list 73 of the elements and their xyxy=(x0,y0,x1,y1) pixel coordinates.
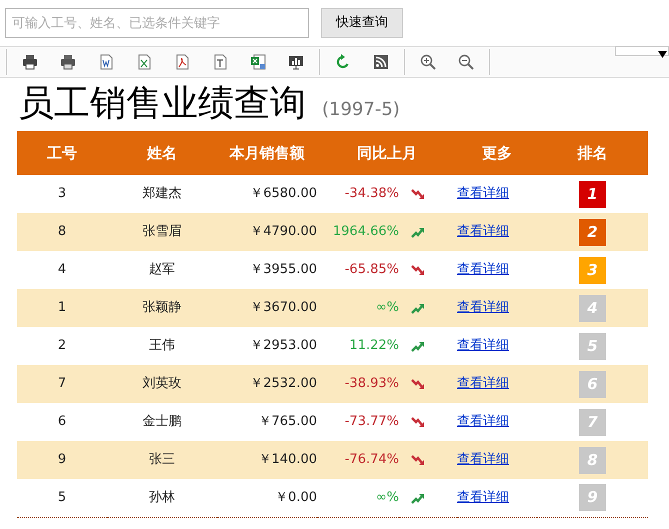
column-header: 本月销售额 xyxy=(217,131,317,176)
change-percent: -76.74% xyxy=(344,452,399,468)
spreadsheet-export-icon xyxy=(250,54,266,70)
column-header: 姓名 xyxy=(107,131,217,176)
sales-amount: ￥3955.00 xyxy=(250,262,317,278)
page-title: 员工销售业绩查询 xyxy=(18,82,306,126)
trend-down-icon xyxy=(411,452,425,467)
refresh-icon xyxy=(335,54,351,70)
printer-icon xyxy=(22,54,38,70)
caret-icon xyxy=(658,51,667,58)
employee-id: 9 xyxy=(58,452,66,468)
date-subtitle: (1997-5) xyxy=(322,98,400,122)
change-percent: ∞% xyxy=(376,490,399,506)
employee-id: 5 xyxy=(58,490,66,506)
detail-link[interactable]: 查看详细 xyxy=(457,338,509,354)
rank-badge: 2 xyxy=(579,218,606,246)
detail-link[interactable]: 查看详细 xyxy=(457,262,509,278)
employee-id: 1 xyxy=(58,300,66,316)
change-percent: -38.93% xyxy=(344,376,399,392)
change-percent: 1964.66% xyxy=(332,224,399,240)
employee-id: 8 xyxy=(58,224,66,240)
column-header: 工号 xyxy=(17,131,107,176)
change-percent: -65.85% xyxy=(344,262,399,278)
zoom-in-icon xyxy=(420,54,436,70)
sales-amount: ￥765.00 xyxy=(258,414,317,430)
dropdown[interactable] xyxy=(615,46,669,56)
column-header: 更多 xyxy=(457,131,537,176)
employee-id: 7 xyxy=(58,376,66,392)
employee-id: 4 xyxy=(58,262,66,278)
employee-name: 赵军 xyxy=(149,262,175,278)
sales-amount: ￥2953.00 xyxy=(250,338,317,354)
trend-down-icon xyxy=(411,414,425,429)
excel-document-icon xyxy=(136,54,152,70)
employee-name: 王伟 xyxy=(149,338,175,354)
employee-id: 3 xyxy=(58,186,66,202)
trend-down-icon xyxy=(411,262,425,277)
sales-amount: ￥6580.00 xyxy=(250,186,317,202)
employee-name: 孙林 xyxy=(149,490,175,506)
detail-link[interactable]: 查看详细 xyxy=(457,186,509,202)
chart-board-icon xyxy=(288,54,304,70)
sales-amount: ￥140.00 xyxy=(258,452,317,468)
sales-amount: ￥4790.00 xyxy=(250,224,317,240)
employee-name: 郑建杰 xyxy=(142,186,182,202)
text-document-icon xyxy=(212,54,228,70)
employee-name: 张三 xyxy=(149,452,175,468)
sales-amount: ￥2532.00 xyxy=(250,376,317,392)
employee-name: 张颖静 xyxy=(142,300,182,316)
employee-name: 刘英玫 xyxy=(142,376,182,392)
employee-name: 张雪眉 xyxy=(142,224,182,240)
column-header: 排名 xyxy=(537,131,648,176)
employee-id: 2 xyxy=(58,338,66,354)
employee-name: 金士鹏 xyxy=(142,414,182,430)
search-field[interactable]: 可输入工号、姓名、已选条件关键字 xyxy=(5,8,309,38)
search-button[interactable]: 快速查询 xyxy=(321,8,403,38)
detail-link[interactable]: 查看详细 xyxy=(457,414,509,430)
rank-badge: 1 xyxy=(579,180,606,208)
word-document-icon xyxy=(98,54,114,70)
detail-link[interactable]: 查看详细 xyxy=(457,490,509,506)
rss-icon xyxy=(373,54,389,70)
change-percent: -73.77% xyxy=(344,414,399,430)
employee-id: 6 xyxy=(58,414,66,430)
sales-amount: ￥0.00 xyxy=(275,490,317,506)
pdf-document-icon xyxy=(174,54,190,70)
zoom-out-icon xyxy=(458,54,474,70)
change-percent: 11.22% xyxy=(349,338,399,354)
column-header: 同比上月 xyxy=(317,131,457,176)
printer-icon xyxy=(60,54,76,70)
rank-badge: 3 xyxy=(579,256,606,284)
trend-down-icon xyxy=(411,376,425,391)
sales-amount: ￥3670.00 xyxy=(250,300,317,316)
change-percent: -34.38% xyxy=(344,186,399,202)
change-percent: ∞% xyxy=(376,300,399,316)
trend-down-icon xyxy=(411,186,425,201)
